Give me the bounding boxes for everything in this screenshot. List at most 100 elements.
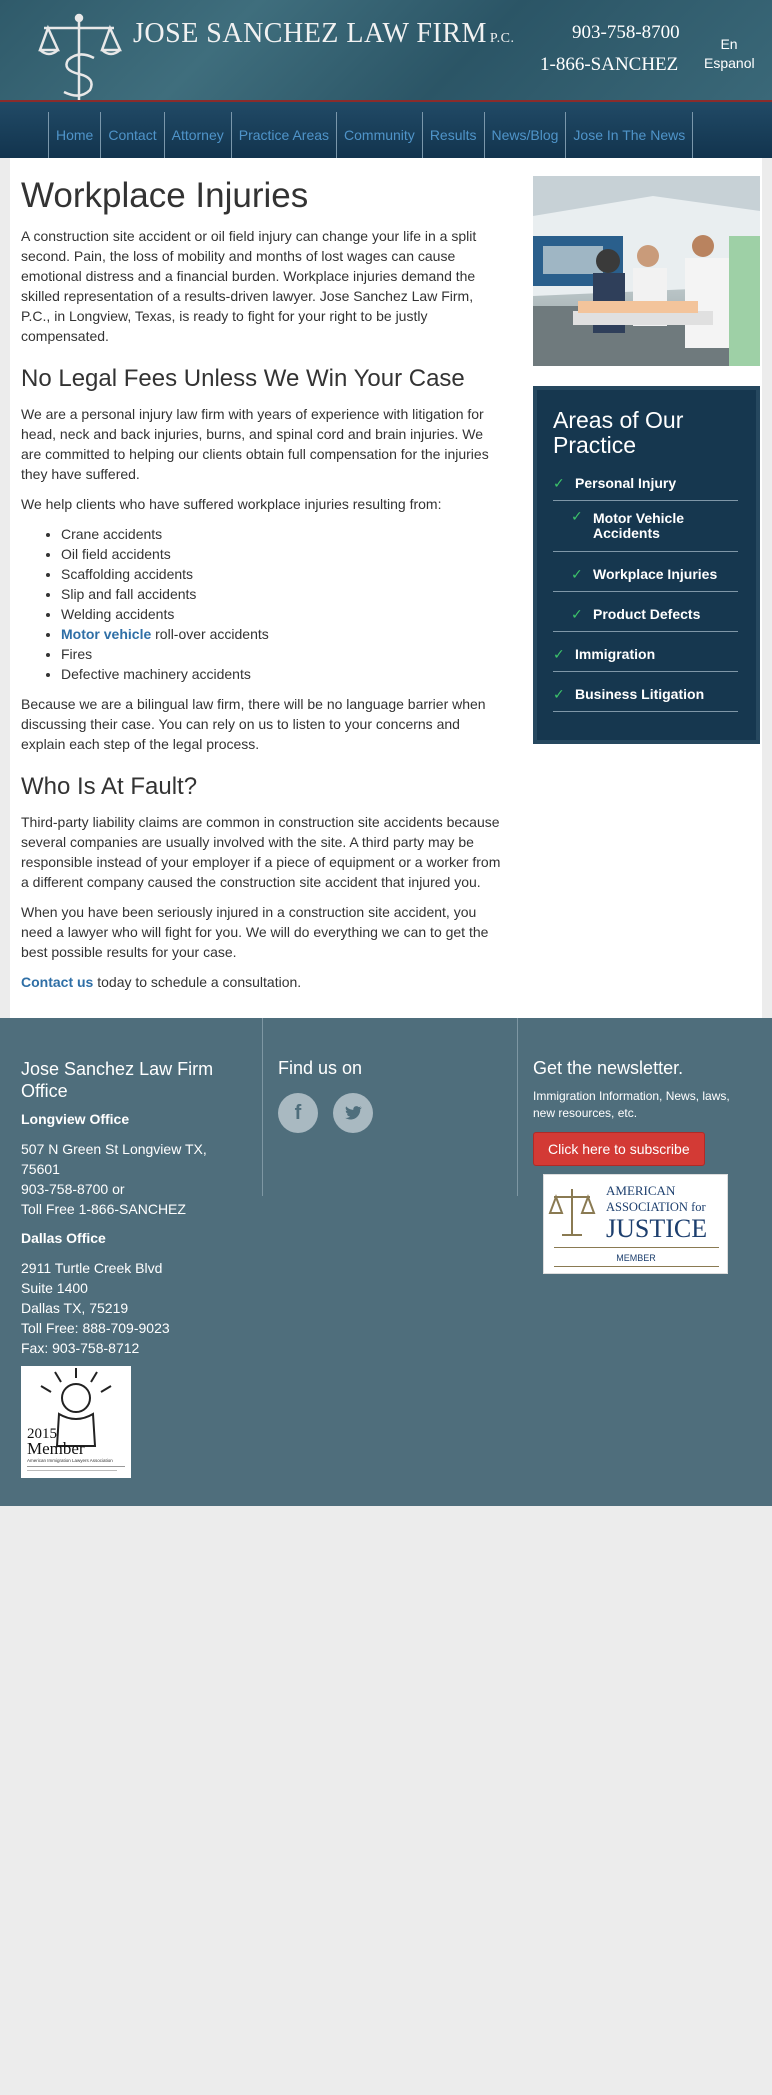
- scales-icon: [548, 1189, 596, 1236]
- nav-label: Practice Areas: [238, 127, 330, 143]
- aaj-line1: AMERICAN: [606, 1183, 676, 1198]
- check-icon: ✓: [553, 475, 565, 491]
- newsletter-heading: Get the newsletter.: [533, 1058, 684, 1078]
- nav-label: Attorney: [171, 127, 224, 143]
- aaj-line4: MEMBER: [616, 1253, 656, 1263]
- address-line: Dallas TX, 75219: [21, 1300, 129, 1316]
- practice-item-workplace-injuries[interactable]: ✓ Workplace Injuries: [553, 552, 738, 592]
- practice-panel-title: Areas of Our Practice: [553, 407, 684, 458]
- aaj-line2: ASSOCIATION for: [606, 1200, 706, 1214]
- phone-line[interactable]: 903-758-8700 or: [21, 1181, 125, 1197]
- page-title: Workplace Injuries: [21, 176, 309, 215]
- fax-line: Fax: 903-758-8712: [21, 1340, 140, 1356]
- intro-paragraph: A construction site accident or oil fiel…: [21, 228, 477, 344]
- subscribe-button[interactable]: Click here to subscribe: [533, 1132, 705, 1166]
- practice-item-motor-vehicle[interactable]: ✓ Motor Vehicle Accidents: [553, 501, 738, 552]
- nav-item-home[interactable]: Home: [48, 112, 100, 158]
- emergency-photo: [533, 176, 760, 366]
- find-us-heading: Find us on: [278, 1058, 363, 1078]
- practice-item-product-defects[interactable]: ✓ Product Defects: [553, 592, 738, 632]
- footer-offices: Jose Sanchez Law Firm Office Longview Of…: [21, 1058, 241, 1369]
- check-icon: ✓: [571, 566, 583, 582]
- toll-free-line[interactable]: Toll Free: 888-709-9023: [21, 1320, 170, 1336]
- lang-en-link[interactable]: En: [704, 35, 754, 54]
- nav-label: Jose In The News: [573, 127, 686, 143]
- practice-label: Immigration: [575, 646, 656, 662]
- toll-free-line[interactable]: Toll Free 1-866-SANCHEZ: [21, 1201, 186, 1217]
- badge-member: Member: [27, 1439, 85, 1458]
- list-item: Motor vehicle roll-over accidents: [61, 624, 501, 644]
- nav-item-attorney[interactable]: Attorney: [163, 112, 231, 158]
- longview-address: 507 N Green St Longview TX, 75601 903-75…: [21, 1139, 241, 1219]
- nav-item-results[interactable]: Results: [421, 112, 484, 158]
- practice-item-personal-injury[interactable]: ✓ Personal Injury: [553, 470, 738, 501]
- address-line: Suite 1400: [21, 1280, 88, 1296]
- nav-item-contact[interactable]: Contact: [100, 112, 163, 158]
- list-item: Defective machinery accidents: [61, 664, 501, 684]
- check-icon: ✓: [553, 646, 565, 662]
- newsletter-description: Immigration Information, News, laws, new…: [533, 1089, 730, 1120]
- motor-vehicle-link[interactable]: Motor vehicle: [61, 626, 151, 642]
- social-links: f: [278, 1093, 373, 1133]
- injured-paragraph: When you have been seriously injured in …: [21, 904, 489, 960]
- practice-label: Workplace Injuries: [593, 566, 718, 582]
- check-icon: ✓: [553, 686, 565, 702]
- check-icon: ✓: [571, 508, 583, 524]
- list-item: Scaffolding accidents: [61, 564, 501, 584]
- list-item: Welding accidents: [61, 604, 501, 624]
- practice-item-business-litigation[interactable]: ✓ Business Litigation: [553, 672, 738, 712]
- lang-es-link[interactable]: Espanol: [704, 54, 755, 73]
- list-item: Fires: [61, 644, 501, 664]
- aaj-line3: JUSTICE: [606, 1214, 707, 1243]
- address-line: 507 N Green St Longview TX, 75601: [21, 1141, 207, 1177]
- practice-label: Product Defects: [593, 606, 701, 622]
- main-content: Workplace Injuries A construction site a…: [10, 158, 762, 1018]
- badge-org: American Immigration Lawyers Association: [27, 1458, 113, 1463]
- site-header: Jose Sanchez Law Firm P.C. 903-758-8700 1…: [0, 0, 772, 102]
- list-item: Oil field accidents: [61, 544, 501, 564]
- address-line: 2911 Turtle Creek Blvd: [21, 1260, 163, 1276]
- firm-suffix: P.C.: [489, 31, 515, 46]
- nav-label: Community: [344, 127, 415, 143]
- nav-item-news-blog[interactable]: News/Blog: [483, 112, 566, 158]
- nav-item-community[interactable]: Community: [336, 112, 422, 158]
- section-heading-fault: Who Is At Fault?: [21, 773, 198, 800]
- nav-label: Results: [429, 127, 477, 143]
- dallas-address: 2911 Turtle Creek Blvd Suite 1400 Dallas…: [21, 1258, 241, 1358]
- firm-name[interactable]: Jose Sanchez Law Firm P.C.: [133, 18, 514, 50]
- contact-rest: today to schedule a consultation.: [93, 974, 302, 990]
- footer-divider: [262, 1018, 263, 1196]
- footer-social: Find us on f: [278, 1058, 373, 1133]
- phone-local[interactable]: 903-758-8700: [572, 22, 680, 44]
- section-heading-fees: No Legal Fees Unless We Win Your Case: [21, 365, 465, 392]
- practice-label: Business Litigation: [575, 686, 705, 702]
- firm-paragraph: We are a personal injury law firm with y…: [21, 406, 489, 482]
- fault-paragraph: Third-party liability claims are common …: [21, 814, 501, 890]
- help-paragraph: We help clients who have suffered workpl…: [21, 496, 442, 512]
- contact-us-link[interactable]: Contact us: [21, 974, 93, 990]
- practice-label: Personal Injury: [575, 475, 677, 491]
- practice-areas-panel: Areas of Our Practice ✓ Personal Injury ✓…: [533, 386, 760, 744]
- firm-logo-icon[interactable]: [36, 12, 122, 104]
- nav-item-jose-in-the-news[interactable]: Jose In The News: [565, 112, 694, 158]
- footer-newsletter: Get the newsletter. Immigration Informat…: [533, 1058, 753, 1166]
- article: Workplace Injuries A construction site a…: [21, 176, 501, 1002]
- twitter-icon[interactable]: [333, 1093, 373, 1133]
- aaj-member-badge[interactable]: AMERICAN ASSOCIATION for JUSTICE MEMBER: [543, 1174, 728, 1274]
- longview-office-label: Longview Office: [21, 1111, 130, 1127]
- list-item: Slip and fall accidents: [61, 584, 501, 604]
- language-switcher: En Espanol: [704, 35, 755, 73]
- facebook-icon[interactable]: f: [278, 1093, 318, 1133]
- nav-item-practice-areas[interactable]: Practice Areas: [230, 112, 336, 158]
- nav-label: Home: [56, 127, 94, 143]
- aila-member-badge[interactable]: 2015 Member American Immigration Lawyers…: [21, 1366, 131, 1478]
- dallas-office-label: Dallas Office: [21, 1230, 106, 1246]
- contact-paragraph: Contact us today to schedule a consultat…: [21, 972, 501, 992]
- phone-toll-free[interactable]: 1-866-SANCHEZ: [540, 54, 678, 76]
- main-nav: Home Contact Attorney Practice Areas Com…: [0, 102, 772, 158]
- practice-item-immigration[interactable]: ✓ Immigration: [553, 632, 738, 672]
- practice-list: ✓ Personal Injury ✓ Motor Vehicle Accident…: [553, 470, 738, 712]
- footer-firm-title: Jose Sanchez Law Firm Office: [21, 1059, 214, 1101]
- list-item: Crane accidents: [61, 524, 501, 544]
- footer-divider: [517, 1018, 518, 1196]
